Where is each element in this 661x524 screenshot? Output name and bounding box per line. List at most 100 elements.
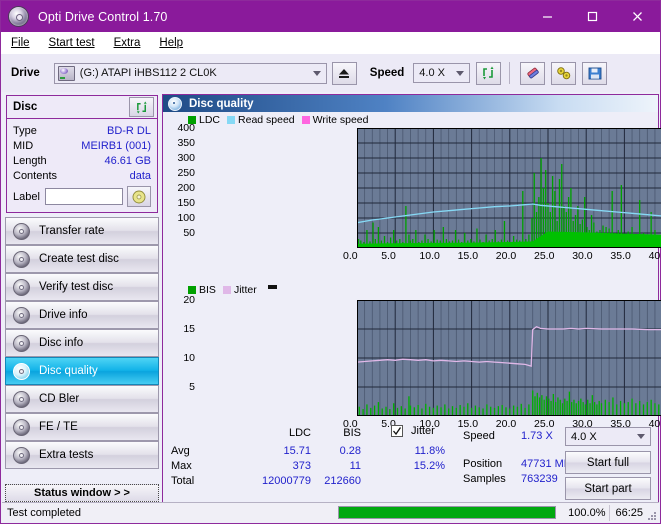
- stats-avg-jitter: 11.8%: [414, 445, 445, 457]
- bis-chart-plot: [357, 300, 661, 416]
- menu-item-start-test[interactable]: Start test: [49, 37, 95, 49]
- refresh-icon: [136, 100, 147, 114]
- y-axis-tick: 150: [177, 197, 195, 209]
- check-icon: [393, 427, 402, 436]
- refresh-button[interactable]: [476, 61, 502, 85]
- start-part-label: Start part: [584, 482, 632, 495]
- stats-row-max-label: Max: [171, 460, 192, 472]
- y-axis-tick: 15: [183, 323, 195, 335]
- disc-mid-value: MEIRB1 (001): [81, 139, 151, 152]
- chevron-down-icon: [637, 434, 645, 439]
- erase-button[interactable]: [520, 61, 546, 85]
- sidebar-item-cd-bler[interactable]: CD Bler: [5, 385, 159, 413]
- resize-grip[interactable]: [647, 511, 657, 521]
- status-message: Test completed: [7, 506, 81, 519]
- close-button[interactable]: [615, 1, 660, 32]
- disc-quality-panel: Disc quality LDC Read speed Write speed …: [162, 94, 661, 504]
- jitter-label: Jitter: [411, 425, 435, 437]
- sidebar-item-drive-info[interactable]: Drive info: [5, 301, 159, 329]
- y-axis-tick: 10: [183, 352, 195, 364]
- sidebar-item-label: FE / TE: [39, 421, 78, 433]
- disc-row-mid: MID MEIRB1 (001): [13, 138, 151, 153]
- disc-length-label: Length: [13, 154, 47, 167]
- disc-icon: [13, 306, 30, 324]
- disc-refresh-button[interactable]: [129, 97, 154, 117]
- disc-label-button[interactable]: [127, 186, 151, 207]
- save-button[interactable]: [582, 61, 608, 85]
- status-window-label: Status window > >: [34, 487, 130, 499]
- menu-file-label: File: [11, 37, 30, 49]
- disc-label-label: Label: [13, 190, 40, 203]
- speed-select[interactable]: 4.0 X: [413, 63, 471, 83]
- tools-button[interactable]: [551, 61, 577, 85]
- window-title: Opti Drive Control 1.70: [38, 9, 168, 24]
- menu-item-extra[interactable]: Extra: [114, 37, 141, 49]
- menu-start-test-label: Start test: [48, 37, 95, 49]
- disc-mid-label: MID: [13, 139, 34, 152]
- disc-panel-title: Disc: [13, 101, 38, 113]
- x-axis-tick: 10.0: [419, 250, 440, 262]
- disc-label-row: Label: [13, 186, 151, 207]
- disc-icon: [13, 390, 30, 408]
- disc-icon: [13, 222, 30, 240]
- content-header: Disc quality: [163, 95, 658, 112]
- jitter-checkbox-group[interactable]: Jitter: [391, 425, 435, 437]
- sidebar-item-transfer-rate[interactable]: Transfer rate: [5, 217, 159, 245]
- sidebar-item-disc-quality[interactable]: Disc quality: [5, 357, 159, 385]
- legend-swatch: [301, 116, 310, 124]
- sidebar-item-verify-test-disc[interactable]: Verify test disc: [5, 273, 159, 301]
- result-speed-label: Speed: [463, 430, 495, 442]
- app-logo-icon: [8, 6, 29, 27]
- disc-label-input[interactable]: [45, 188, 123, 205]
- progress-percent: 100.0%: [568, 506, 606, 519]
- maximize-button[interactable]: [570, 1, 615, 32]
- legend-label: Jitter: [233, 284, 257, 296]
- result-samples-value: 763239: [521, 473, 558, 485]
- sidebar-item-create-test-disc[interactable]: Create test disc: [5, 245, 159, 273]
- stats-col-bis: BIS: [343, 427, 361, 439]
- bis-chart-legend: BIS Jitter: [188, 284, 277, 296]
- y-axis-tick: 200: [177, 182, 195, 194]
- menu-item-file[interactable]: File: [11, 37, 30, 49]
- disc-icon: [13, 446, 30, 464]
- stats-col-ldc: LDC: [288, 427, 311, 439]
- disc-type-value: BD-R DL: [106, 124, 151, 137]
- chevron-down-icon: [456, 70, 465, 76]
- sidebar-nav: Transfer rate Create test disc Verify te…: [5, 217, 159, 469]
- sidebar-item-label: Transfer rate: [39, 225, 105, 237]
- start-full-button[interactable]: Start full: [565, 451, 651, 474]
- legend-item-read-speed: Read speed: [227, 114, 295, 126]
- legend-item-write-speed: Write speed: [301, 114, 369, 126]
- drive-label: Drive: [11, 67, 40, 79]
- sidebar-item-label: CD Bler: [39, 393, 80, 405]
- start-part-button[interactable]: Start part: [565, 477, 651, 500]
- legend-item-jitter: Jitter: [222, 284, 257, 296]
- x-axis-tick: 35.0: [610, 250, 631, 262]
- stats-panel: LDC BIS Jitter Avg 15.71 0.28 11.8% Max …: [163, 425, 660, 500]
- minimize-button[interactable]: [525, 1, 570, 32]
- status-window-button[interactable]: Status window > >: [5, 484, 159, 502]
- sidebar-item-extra-tests[interactable]: Extra tests: [5, 441, 159, 469]
- legend-swatch: [188, 286, 196, 294]
- drive-icon: [57, 65, 75, 81]
- sidebar-item-fe-te[interactable]: FE / TE: [5, 413, 159, 441]
- test-speed-select[interactable]: 4.0 X: [565, 427, 651, 446]
- x-axis-tick: 25.0: [534, 250, 555, 262]
- speed-select-value: 4.0 X: [419, 67, 445, 79]
- result-speed-value: 1.73 X: [521, 430, 553, 442]
- legend-swatch: [222, 286, 231, 294]
- sidebar-item-disc-info[interactable]: Disc info: [5, 329, 159, 357]
- sidebar-item-label: Extra tests: [39, 449, 94, 461]
- y-axis-tick: 400: [177, 122, 195, 134]
- toolbar: Drive (G:) ATAPI iHBS112 2 CL0K Speed 4.…: [1, 54, 660, 92]
- x-axis-tick: 30.0: [572, 250, 593, 262]
- menu-extra-label: Extra: [113, 37, 141, 49]
- stats-avg-bis: 0.28: [339, 445, 361, 457]
- y-axis-tick: 350: [177, 137, 195, 149]
- jitter-checkbox[interactable]: [391, 425, 403, 437]
- drive-select[interactable]: (G:) ATAPI iHBS112 2 CL0K: [53, 62, 327, 84]
- eject-button[interactable]: [331, 61, 357, 85]
- menu-item-help[interactable]: Help: [159, 37, 183, 49]
- progress-percent-cell: 100.0%: [556, 504, 610, 522]
- disc-row-type: Type BD-R DL: [13, 123, 151, 138]
